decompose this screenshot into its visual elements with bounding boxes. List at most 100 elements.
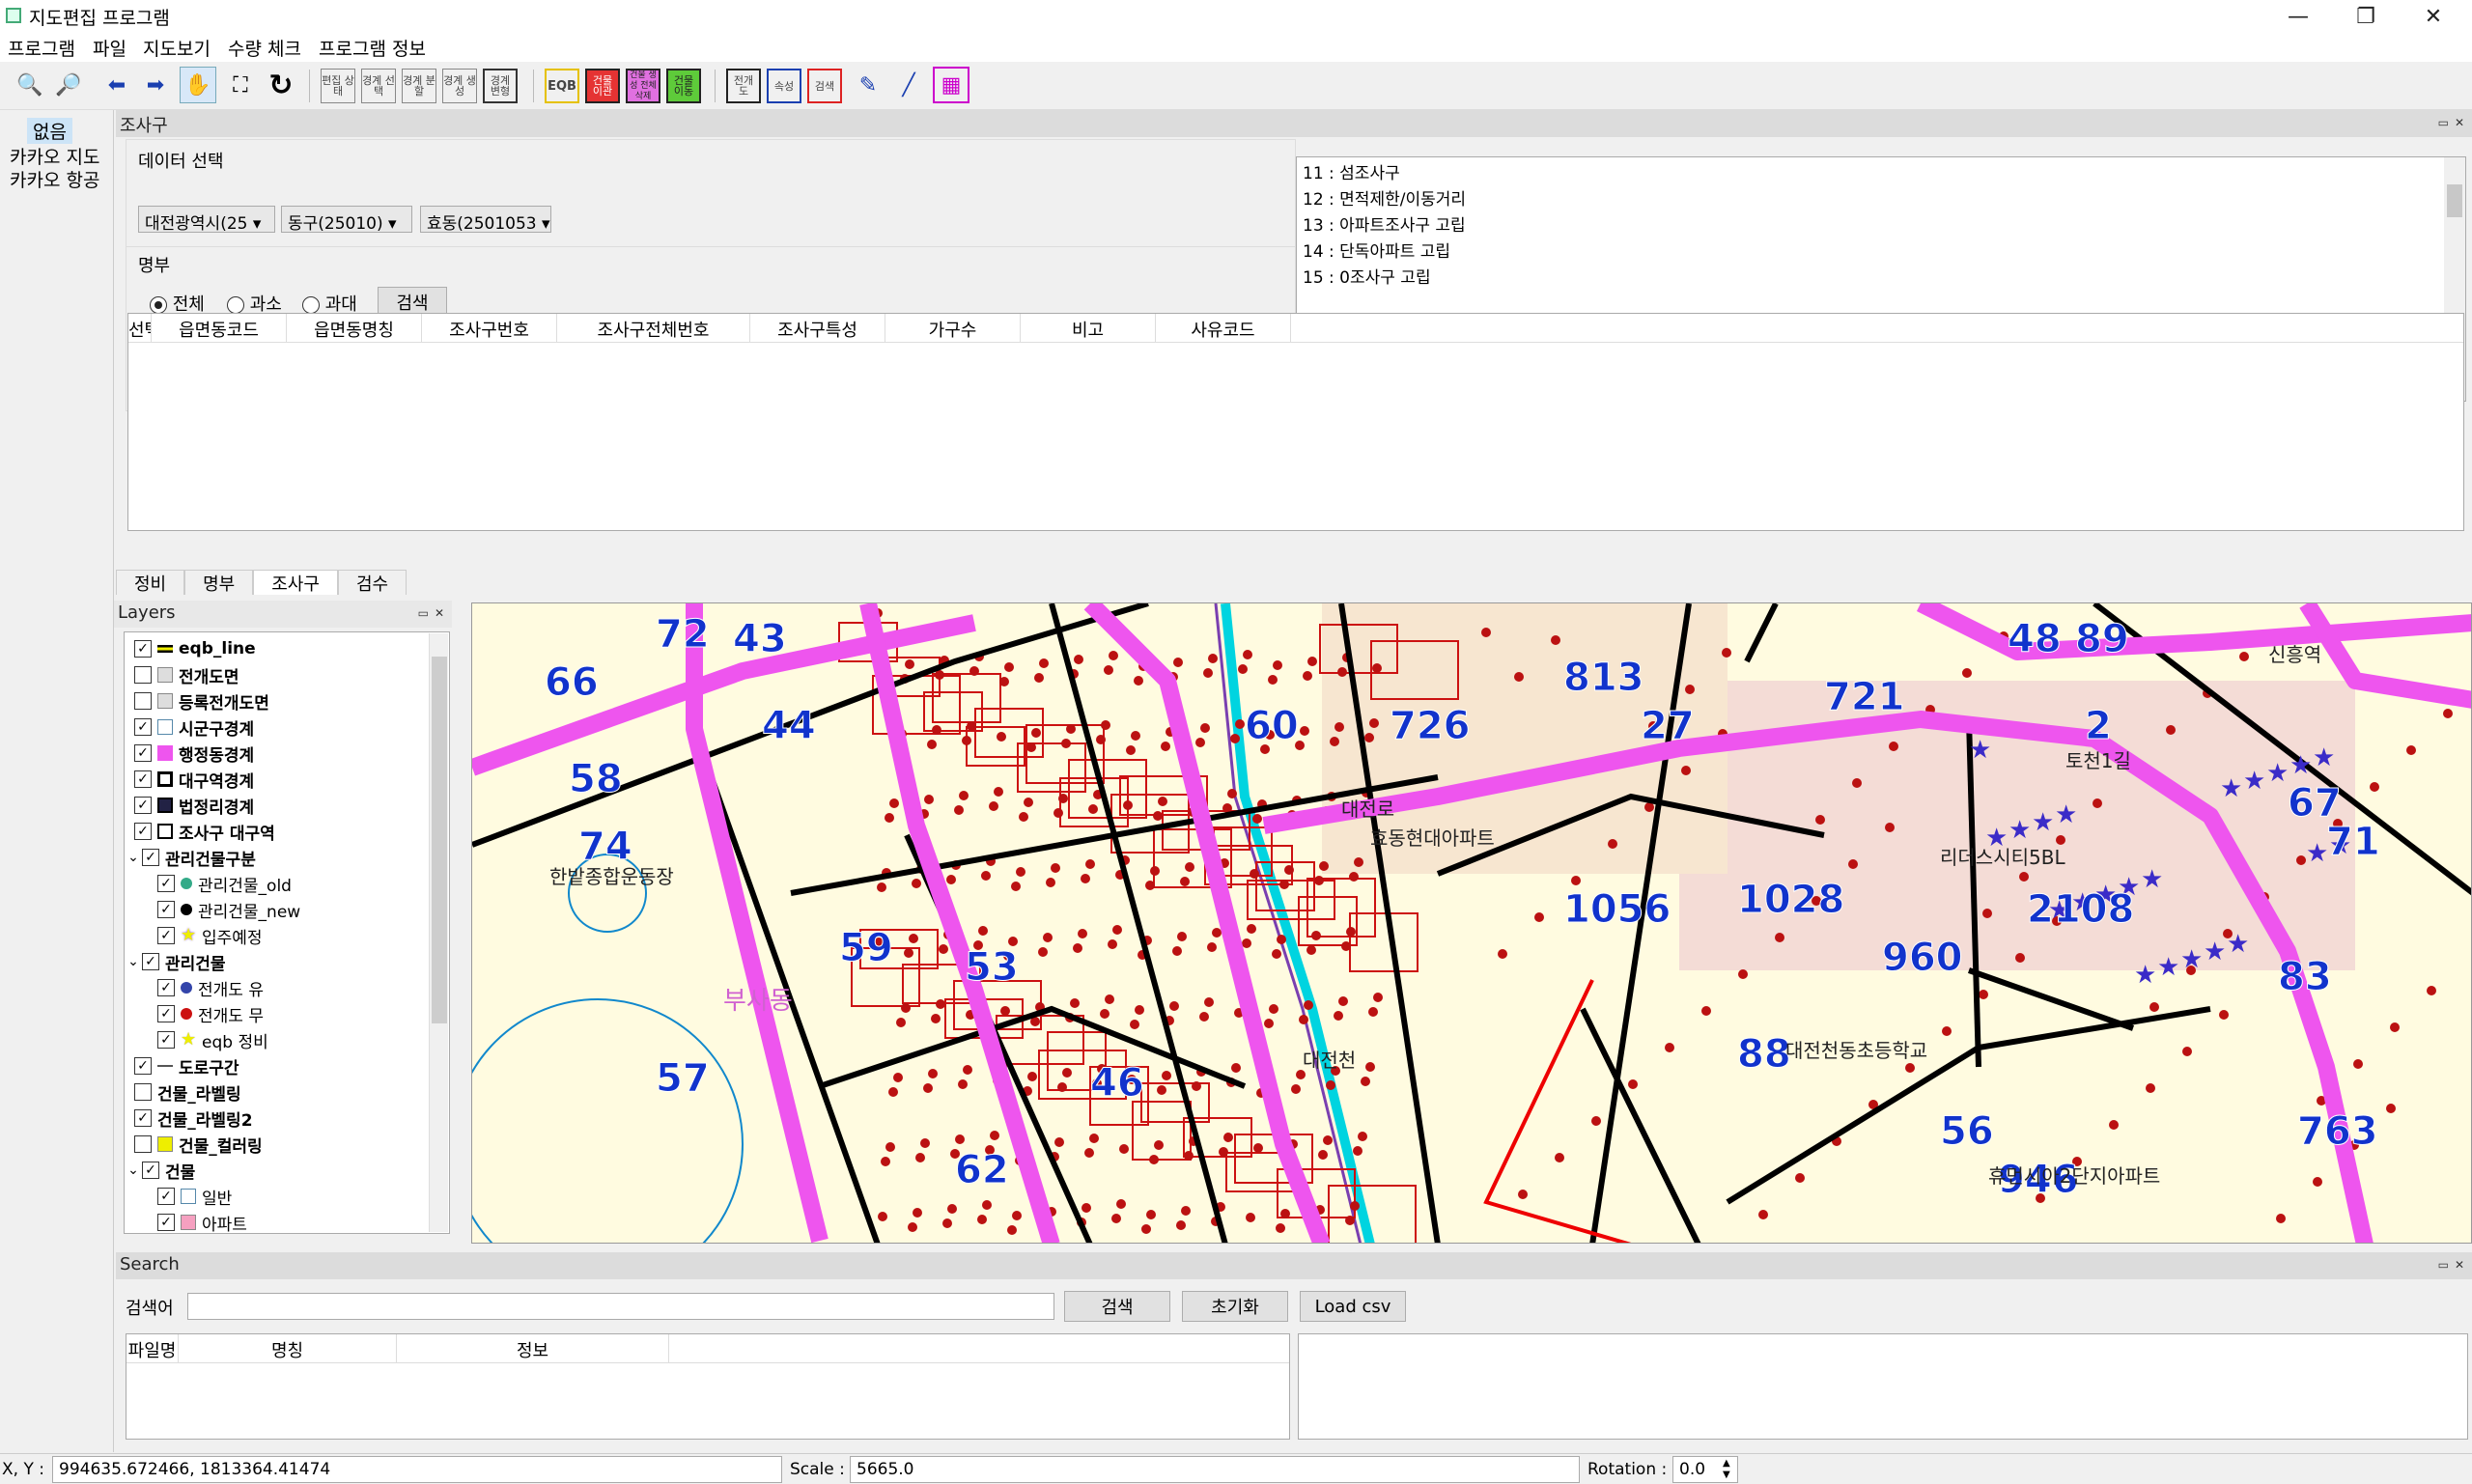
expand-icon[interactable]: ⌄ — [125, 850, 142, 865]
layer-checkbox[interactable]: ✓ — [134, 744, 152, 762]
load-csv-button[interactable]: Load csv — [1300, 1291, 1406, 1322]
full-extent-icon[interactable]: ⛶ — [222, 67, 259, 103]
basemap-none[interactable]: 없음 — [27, 118, 72, 144]
radio-low-dot[interactable] — [227, 296, 244, 314]
layer-row[interactable]: 건물_컬러링 — [134, 1132, 263, 1157]
pick-tool-icon[interactable]: ✎ — [850, 67, 886, 103]
city-combo[interactable]: 대전광역시(25 ▾ — [138, 206, 275, 233]
maximize-button[interactable]: ❐ — [2337, 0, 2395, 33]
layer-row[interactable]: 등록전개도면 — [134, 688, 269, 714]
refresh-icon[interactable]: ↻ — [263, 67, 299, 103]
menu-view[interactable]: 지도보기 — [139, 35, 214, 61]
layer-row[interactable]: ✓ 아파트 — [157, 1210, 247, 1233]
layer-checkbox[interactable] — [134, 1135, 152, 1153]
rotation-spinner[interactable]: ▲ ▼ — [1723, 1458, 1730, 1481]
layer-checkbox[interactable]: ✓ — [134, 718, 152, 736]
search-button[interactable]: 검색 — [1064, 1291, 1170, 1322]
col-households[interactable]: 가구수 — [885, 314, 1021, 342]
close-icon[interactable]: ✕ — [2455, 116, 2464, 129]
layer-row[interactable]: ✓ 전개도 유 — [157, 975, 264, 1000]
layer-row[interactable]: ✓ 건물_라벨링2 — [134, 1106, 253, 1131]
search-input[interactable] — [187, 1293, 1054, 1320]
layer-checkbox[interactable]: ✓ — [134, 797, 152, 814]
tile-grid-icon[interactable]: ▦ — [933, 67, 969, 103]
full-map-button[interactable]: 전개 도 — [726, 69, 761, 103]
reset-button[interactable]: 초기화 — [1182, 1291, 1288, 1322]
col-emd-code[interactable]: 읍면동코드 — [152, 314, 287, 342]
building-create-button[interactable]: 건물 생성 전체삭제 — [626, 69, 660, 103]
layer-row[interactable]: ✓ ★ eqb 정비 — [157, 1027, 268, 1052]
float-icon[interactable]: ▭ — [418, 606, 429, 620]
col-name[interactable]: 명칭 — [179, 1334, 397, 1362]
layer-checkbox[interactable]: ✓ — [142, 849, 159, 866]
gu-combo[interactable]: 동구(25010) ▾ — [281, 206, 412, 233]
radio-high-dot[interactable] — [302, 296, 320, 314]
building-transfer-button[interactable]: 건물 이관 — [585, 69, 620, 103]
boundary-select-button[interactable]: 경계 선택 — [361, 69, 396, 103]
menu-program-info[interactable]: 프로그램 정보 — [315, 35, 430, 61]
layer-row[interactable]: ✓ 도로구간 — [134, 1053, 239, 1078]
back-arrow-icon[interactable]: ⬅ — [98, 67, 135, 103]
layer-checkbox[interactable]: ✓ — [134, 640, 152, 658]
map-canvas[interactable]: ★ ★ ★ ★ ★ ★ ★ ★ ★ ★ ★ ★ ★ ★ ★ ★ ★ ★ ★ ★ ★ ★ 72 43 66 44 58 74 59 57 60… — [471, 602, 2472, 1244]
zoom-out-icon[interactable]: 🔎 — [50, 67, 87, 103]
layer-row[interactable]: ✓ 조사구 대구역 — [134, 819, 275, 844]
close-icon[interactable]: ✕ — [2455, 1258, 2464, 1272]
layer-row[interactable]: ✓ 대구역경계 — [134, 767, 254, 792]
code-item[interactable]: 11 : 섬조사구 — [1303, 161, 1466, 187]
boundary-create-button[interactable]: 경계 생성 — [442, 69, 477, 103]
expand-icon[interactable]: ⌄ — [125, 954, 142, 969]
layer-checkbox[interactable]: ✓ — [157, 875, 175, 892]
col-select[interactable]: 선택 — [128, 314, 152, 342]
layer-row[interactable]: ⌄ ✓ 건물 — [125, 1158, 195, 1183]
col-info[interactable]: 정보 — [397, 1334, 669, 1362]
minimize-button[interactable]: — — [2269, 0, 2327, 33]
layer-checkbox[interactable]: ✓ — [157, 1188, 175, 1205]
menu-file[interactable]: 파일 — [89, 35, 130, 61]
col-area-no[interactable]: 조사구번호 — [422, 314, 557, 342]
tab-survey-area[interactable]: 조사구 — [253, 570, 338, 595]
layer-row[interactable]: ✓ 시군구경계 — [134, 714, 254, 740]
code-item[interactable]: 14 : 단독아파트 고립 — [1303, 239, 1466, 266]
tab-roster[interactable]: 명부 — [184, 570, 254, 595]
scale-value[interactable]: 5665.0 — [850, 1456, 1580, 1483]
expand-icon[interactable]: ⌄ — [125, 1162, 142, 1178]
code-item[interactable]: 15 : 0조사구 고립 — [1303, 266, 1466, 292]
close-icon[interactable]: ✕ — [435, 606, 444, 620]
boundary-split-button[interactable]: 경계 분할 — [402, 69, 436, 103]
map-svg[interactable]: ★★★★★★★★★★★★★★★★★★★★★★72 4366445874595760… — [472, 603, 2472, 1244]
col-filename[interactable]: 파일명 — [126, 1334, 179, 1362]
layer-checkbox[interactable]: ✓ — [134, 1057, 152, 1075]
layer-checkbox[interactable]: ✓ — [157, 1031, 175, 1049]
layer-checkbox[interactable] — [134, 692, 152, 710]
layer-row[interactable]: ⌄ ✓ 관리건물구분 — [125, 845, 256, 870]
layer-row[interactable]: ✓ 관리건물_old — [157, 871, 292, 896]
float-icon[interactable]: ▭ — [2438, 116, 2449, 129]
layer-checkbox[interactable] — [134, 1083, 152, 1101]
menu-program[interactable]: 프로그램 — [4, 35, 79, 61]
basemap-kakao-map[interactable]: 카카오 지도 — [10, 143, 99, 169]
eqb-button[interactable]: EQB — [545, 69, 579, 103]
boundary-transform-button[interactable]: 경계 변형 — [483, 69, 518, 103]
close-button[interactable]: ✕ — [2404, 0, 2462, 33]
layer-tree[interactable]: ✓ eqb_line 전개도면 등록전개도면 ✓ 시군구경계 ✓ 행정동경계 ✓ 대구역경계 ✓ 법정… — [124, 631, 450, 1234]
attribute-button[interactable]: 속성 — [767, 69, 801, 103]
layer-row[interactable]: ✓ 일반 — [157, 1184, 232, 1209]
col-area-type[interactable]: 조사구특성 — [750, 314, 885, 342]
layer-checkbox[interactable]: ✓ — [134, 823, 152, 840]
layer-row[interactable]: ✓ eqb_line — [134, 636, 256, 661]
col-note[interactable]: 비고 — [1021, 314, 1156, 342]
layer-row[interactable]: ✓ 관리건물_new — [157, 897, 300, 922]
dong-combo[interactable]: 효동(2501053 ▾ — [420, 206, 551, 233]
col-emd-name[interactable]: 읍면동명칭 — [287, 314, 422, 342]
code-item[interactable]: 13 : 아파트조사구 고립 — [1303, 213, 1466, 239]
inspect-button[interactable]: 검색 — [807, 69, 842, 103]
layer-checkbox[interactable]: ✓ — [157, 1214, 175, 1231]
layer-tree-scrollbar[interactable] — [429, 633, 448, 1232]
layer-checkbox[interactable]: ✓ — [157, 979, 175, 996]
layer-checkbox[interactable]: ✓ — [157, 901, 175, 918]
layer-checkbox[interactable]: ✓ — [134, 770, 152, 788]
radio-all-dot[interactable] — [150, 296, 167, 314]
basemap-kakao-air[interactable]: 카카오 항공 — [10, 166, 99, 192]
layer-checkbox[interactable]: ✓ — [142, 1162, 159, 1179]
